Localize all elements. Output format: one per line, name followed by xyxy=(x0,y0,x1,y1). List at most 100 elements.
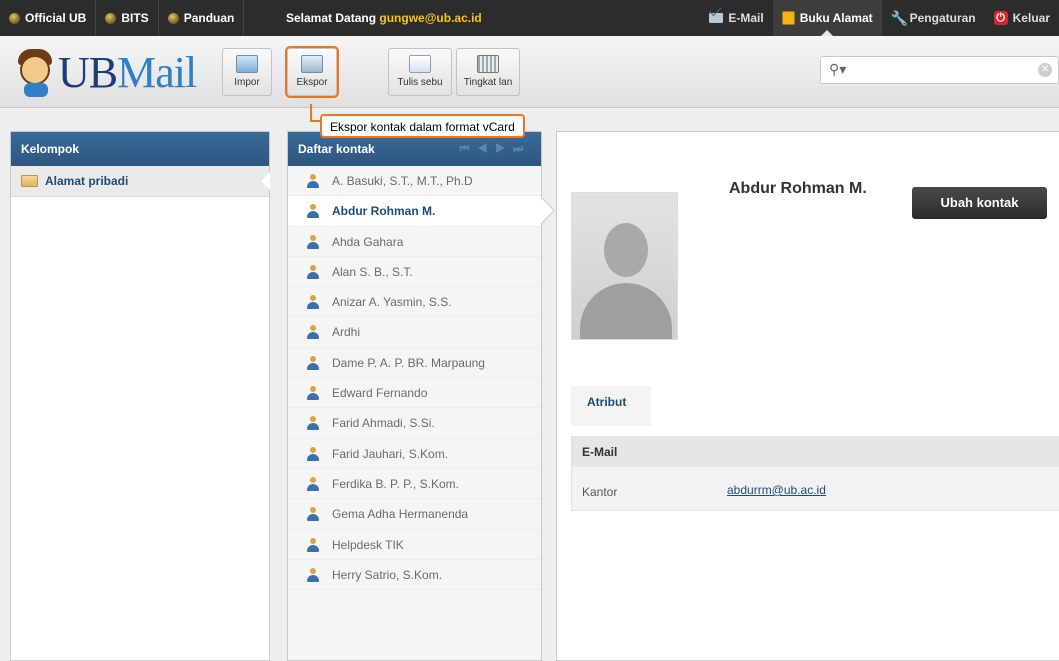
group-item-label: Alamat pribadi xyxy=(45,174,129,188)
person-icon xyxy=(306,355,320,370)
nav-logout[interactable]: ⏻ Keluar xyxy=(985,0,1059,36)
contact-item-label: Herry Satrio, S.Kom. xyxy=(332,567,443,582)
person-icon xyxy=(306,386,320,401)
edit-contact-button[interactable]: Ubah kontak xyxy=(912,187,1047,219)
person-icon xyxy=(306,174,320,188)
export-label: Ekspor xyxy=(296,77,328,88)
export-icon xyxy=(301,55,323,73)
contact-item[interactable]: Dame P. A. P. BR. Marpaung xyxy=(288,348,541,379)
user-email: gungwe@ub.ac.id xyxy=(379,11,482,25)
folder-icon xyxy=(21,175,38,187)
toolbar: UBMail Impor Ekspor Tulis sebu Tingkat l… xyxy=(0,36,1059,108)
advanced-icon xyxy=(477,55,499,73)
person-icon xyxy=(306,567,320,582)
search-icon[interactable]: ⚲▾ xyxy=(829,61,846,78)
person-icon xyxy=(306,537,320,552)
person-icon xyxy=(306,295,320,310)
import-button[interactable]: Impor xyxy=(222,48,272,96)
contact-item[interactable]: Edward Fernando xyxy=(288,378,541,409)
contact-item-label: Anizar A. Yasmin, S.S. xyxy=(332,295,452,310)
link-official-ub[interactable]: Official UB xyxy=(0,0,97,36)
welcome-text: Selamat Datang gungwe@ub.ac.id xyxy=(286,0,482,36)
advanced-label: Tingkat lan xyxy=(463,77,513,88)
contacts-panel: Daftar kontak ⏮◀▶⏭ A. Basuki, S.T., M.T.… xyxy=(287,131,542,661)
ub-badge-icon xyxy=(9,12,20,24)
person-icon xyxy=(306,264,320,279)
groups-header: Kelompok xyxy=(11,132,269,166)
contact-item[interactable]: Helpdesk TIK xyxy=(288,530,541,560)
export-button[interactable]: Ekspor xyxy=(285,46,339,98)
ubmail-logo[interactable]: UBMail xyxy=(14,42,197,102)
export-tooltip: Ekspor kontak dalam format vCard xyxy=(320,114,525,138)
compose-label: Tulis sebu xyxy=(397,77,443,88)
groups-panel: Kelompok Alamat pribadi xyxy=(10,131,270,661)
contact-item[interactable]: Anizar A. Yasmin, S.S. xyxy=(288,287,541,318)
import-label: Impor xyxy=(234,77,260,88)
email-section: E-Mail Kantor abdurrm@ub.ac.id xyxy=(571,436,1059,511)
contact-item[interactable]: Ardhi xyxy=(288,317,541,348)
nav-address-book[interactable]: Buku Alamat xyxy=(772,0,882,36)
link-bits-label: BITS xyxy=(121,11,149,25)
tab-attributes[interactable]: Atribut xyxy=(571,386,651,426)
nav-email-label: E-Mail xyxy=(728,11,764,25)
contact-item[interactable]: Herry Satrio, S.Kom. xyxy=(288,560,541,591)
contact-item-label: Edward Fernando xyxy=(332,386,428,401)
link-panduan[interactable]: Panduan xyxy=(159,0,245,36)
link-bits[interactable]: BITS xyxy=(96,0,159,36)
contact-item[interactable]: Ferdika B. P. P., S.Kom. xyxy=(288,469,541,500)
search-box[interactable]: ⚲▾ ✕ xyxy=(820,56,1059,84)
email-field-value[interactable]: abdurrm@ub.ac.id xyxy=(727,483,826,497)
contact-item-label: Helpdesk TIK xyxy=(332,537,404,552)
contact-item[interactable]: Gema Adha Hermanenda xyxy=(288,499,541,530)
contact-item[interactable]: Abdur Rohman M. xyxy=(288,196,541,227)
contact-item[interactable]: Alan S. B., S.T. xyxy=(288,257,541,288)
contact-item-label: Abdur Rohman M. xyxy=(332,204,436,219)
contact-item-label: Alan S. B., S.T. xyxy=(332,264,413,279)
link-official-ub-label: Official UB xyxy=(25,11,87,25)
contact-item-label: Dame P. A. P. BR. Marpaung xyxy=(332,355,485,370)
compose-button[interactable]: Tulis sebu xyxy=(388,48,452,96)
contact-item[interactable]: A. Basuki, S.T., M.T., Ph.D xyxy=(288,166,541,197)
clear-search-icon[interactable]: ✕ xyxy=(1038,63,1052,77)
person-icon xyxy=(306,234,320,249)
mascot-icon xyxy=(14,47,58,97)
welcome-prefix: Selamat Datang xyxy=(286,11,377,25)
link-panduan-label: Panduan xyxy=(183,11,235,25)
logo-text: UBMail xyxy=(58,47,197,97)
import-icon xyxy=(236,55,258,73)
contact-item-label: Farid Ahmadi, S.Si. xyxy=(332,416,435,431)
address-book-icon xyxy=(781,11,795,25)
ub-badge-icon xyxy=(105,12,117,24)
person-icon xyxy=(306,416,320,431)
contact-item[interactable]: Ahda Gahara xyxy=(288,227,541,257)
compose-icon xyxy=(409,55,431,73)
nav-logout-label: Keluar xyxy=(1012,11,1050,25)
nav-settings[interactable]: 🔧 Pengaturan xyxy=(882,0,985,36)
nav-settings-label: Pengaturan xyxy=(909,11,976,25)
contact-photo xyxy=(571,192,678,340)
person-icon xyxy=(306,476,320,491)
wrench-icon: 🔧 xyxy=(890,10,909,26)
contact-item-label: A. Basuki, S.T., M.T., Ph.D xyxy=(332,174,473,188)
contact-item-label: Gema Adha Hermanenda xyxy=(332,507,469,522)
person-icon xyxy=(306,446,320,461)
contact-item-label: Ahda Gahara xyxy=(332,234,404,249)
contact-item[interactable]: Farid Ahmadi, S.Si. xyxy=(288,408,541,439)
contact-detail: Abdur Rohman M. Ubah kontak Atribut E-Ma… xyxy=(556,131,1059,661)
contact-item-label: Ardhi xyxy=(332,325,361,340)
email-field-label: Kantor xyxy=(582,485,618,499)
main-nav: E-Mail Buku Alamat 🔧 Pengaturan ⏻ Keluar xyxy=(700,0,1059,36)
contact-list: A. Basuki, S.T., M.T., Ph.D Abdur Rohman … xyxy=(288,166,541,591)
power-icon: ⏻ xyxy=(993,11,1008,25)
ub-badge-icon xyxy=(167,12,179,24)
contact-item[interactable]: Farid Jauhari, S.Kom. xyxy=(288,439,541,469)
nav-email[interactable]: E-Mail xyxy=(700,0,772,36)
advanced-button[interactable]: Tingkat lan xyxy=(456,48,520,96)
group-item-personal[interactable]: Alamat pribadi xyxy=(11,166,270,197)
top-links: Official UB BITS Panduan xyxy=(0,0,245,36)
contacts-title: Daftar kontak xyxy=(298,142,375,156)
contact-item-label: Ferdika B. P. P., S.Kom. xyxy=(332,476,459,491)
person-icon xyxy=(306,507,320,522)
person-icon xyxy=(306,325,320,340)
email-section-title: E-Mail xyxy=(572,437,1059,467)
